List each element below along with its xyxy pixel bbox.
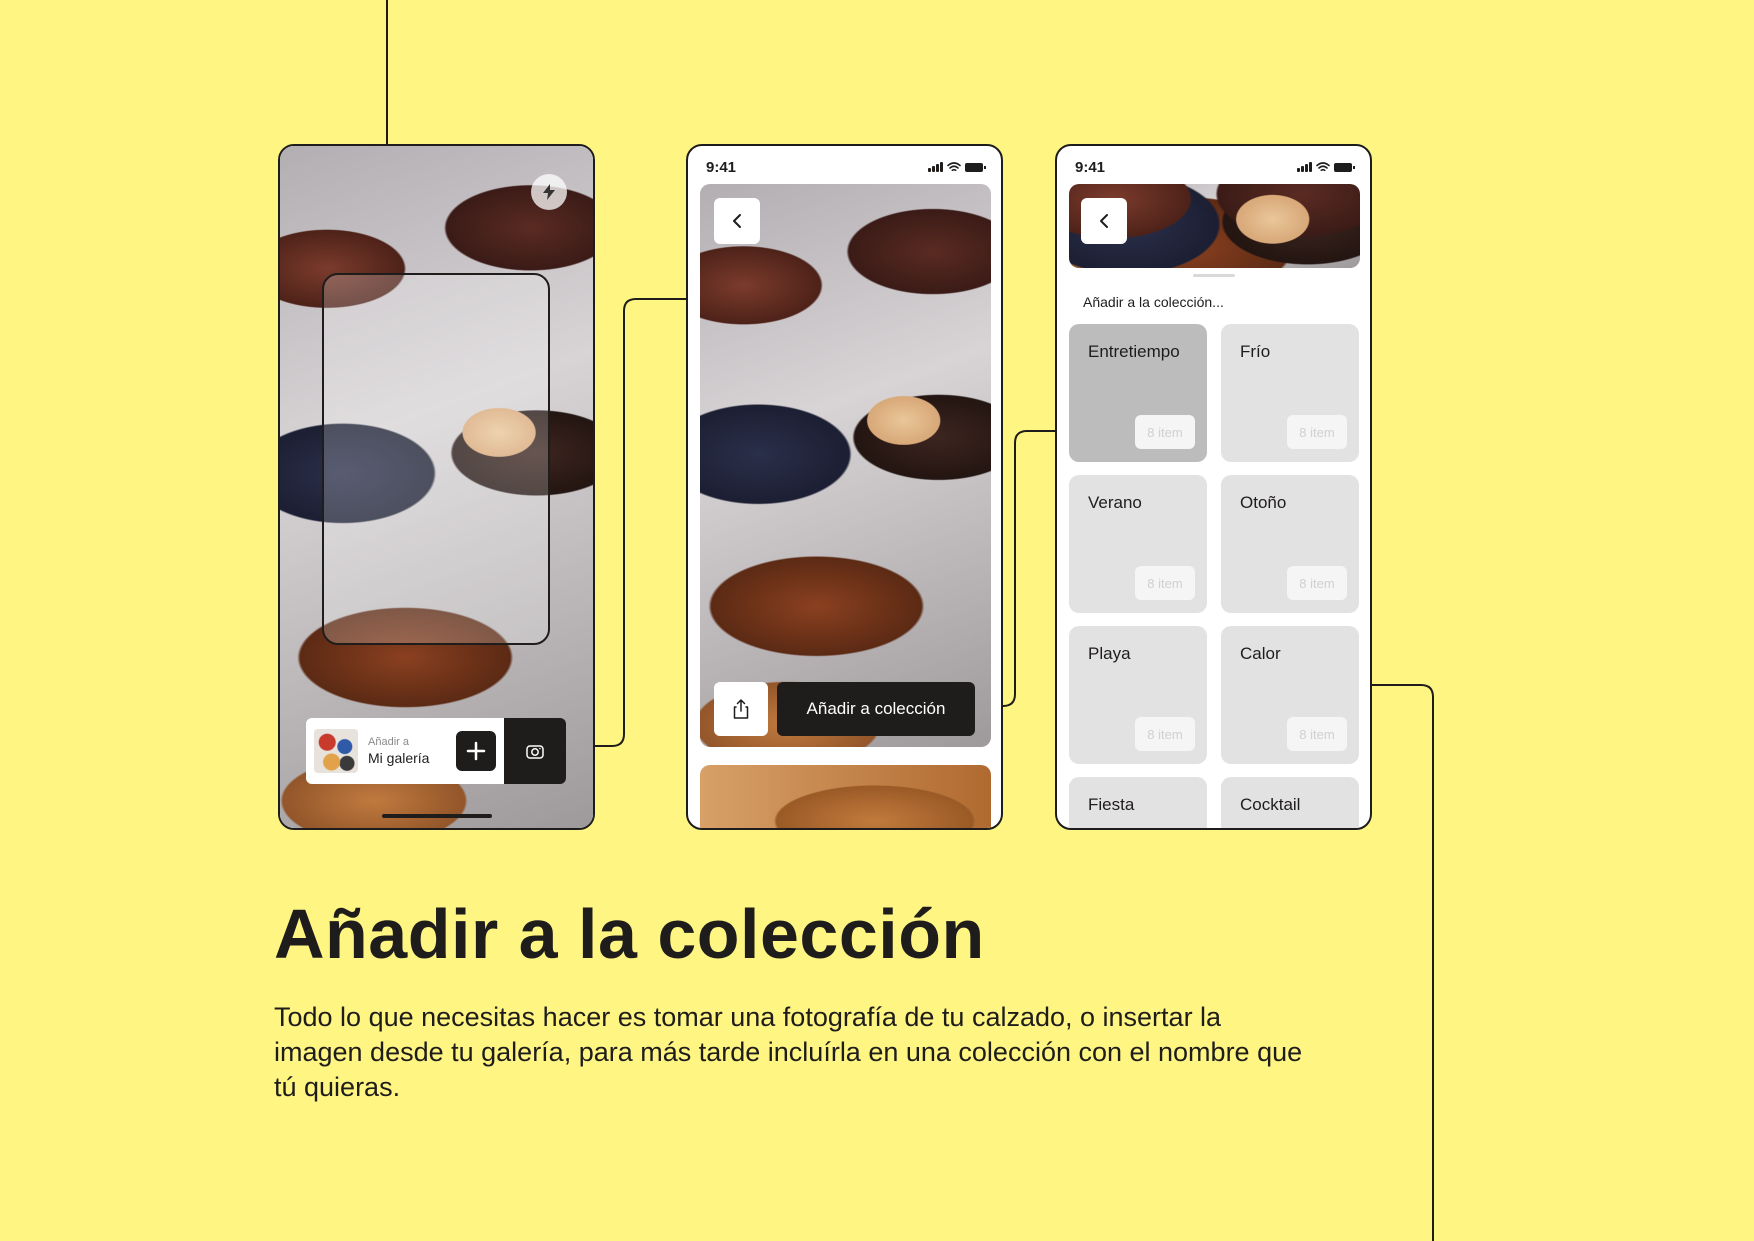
collection-count: 8 item: [1135, 415, 1195, 449]
collection-tile[interactable]: Otoño 8 item: [1221, 475, 1359, 613]
collections-screen: 9:41 Añadir a la colección... Entretiemp…: [1055, 144, 1372, 830]
collection-count: 8 item: [1135, 717, 1195, 751]
collection-tile[interactable]: Fiesta: [1069, 777, 1207, 828]
status-time: 9:41: [706, 158, 737, 176]
page-description: Todo lo que necesitas hacer es tomar una…: [274, 1002, 1303, 1102]
collection-count: 8 item: [1135, 566, 1195, 600]
page-title: Añadir a la colección: [274, 895, 985, 973]
add-to-gallery-button[interactable]: [456, 731, 496, 771]
battery-icon: [965, 162, 986, 172]
collection-name: Frío: [1240, 342, 1271, 361]
lightning-icon: [543, 184, 555, 200]
collection-grid: Entretiempo 8 item Frío 8 item Verano 8 …: [1069, 324, 1362, 828]
camera-screen: Añadir a Mi galería: [278, 144, 595, 830]
chevron-left-icon: [1100, 214, 1108, 228]
chevron-left-icon: [733, 214, 741, 228]
collection-count: 8 item: [1287, 717, 1347, 751]
collection-name: Entretiempo: [1088, 342, 1180, 361]
home-indicator: [381, 814, 492, 818]
collection-tile[interactable]: Frío 8 item: [1221, 324, 1359, 462]
collection-name: Cocktail: [1240, 795, 1301, 814]
collection-tile[interactable]: Cocktail: [1221, 777, 1359, 828]
signal-icon: [1297, 162, 1312, 172]
wifi-icon: [947, 162, 961, 172]
share-icon: [733, 699, 749, 719]
collection-tile[interactable]: Playa 8 item: [1069, 626, 1207, 764]
gallery-thumbnail: [314, 729, 358, 773]
gallery-subtitle: Añadir a: [368, 736, 409, 748]
plus-icon: [466, 741, 486, 761]
collection-name: Calor: [1240, 644, 1281, 663]
collection-tile[interactable]: Calor 8 item: [1221, 626, 1359, 764]
status-bar: 9:41: [688, 146, 1001, 182]
share-button[interactable]: [714, 682, 768, 736]
status-bar: 9:41: [1057, 146, 1370, 182]
status-time: 9:41: [1075, 158, 1106, 176]
back-button[interactable]: [1081, 198, 1127, 244]
collection-name: Playa: [1088, 644, 1131, 663]
battery-icon: [1334, 162, 1355, 172]
collection-name: Otoño: [1240, 493, 1287, 512]
collection-name: Verano: [1088, 493, 1142, 512]
sheet-title: Añadir a la colección...: [1083, 294, 1224, 310]
gallery-title: Mi galería: [368, 750, 430, 766]
collection-tile[interactable]: Verano 8 item: [1069, 475, 1207, 613]
flash-button[interactable]: [531, 174, 567, 210]
camera-button[interactable]: [504, 718, 566, 784]
signal-icon: [928, 162, 943, 172]
collection-count: 8 item: [1287, 415, 1347, 449]
gallery-card[interactable]: Añadir a Mi galería: [306, 718, 504, 784]
capture-frame: [322, 273, 550, 645]
add-to-collection-button[interactable]: Añadir a colección: [777, 682, 975, 736]
collection-tile[interactable]: Entretiempo 8 item: [1069, 324, 1207, 462]
camera-icon: [526, 745, 544, 759]
shoe-photo-next: [700, 765, 991, 828]
shoe-photo: [700, 184, 991, 747]
back-button[interactable]: [714, 198, 760, 244]
sheet-drag-handle[interactable]: [1192, 274, 1235, 277]
collection-name: Fiesta: [1088, 795, 1135, 814]
wifi-icon: [1316, 162, 1330, 172]
collection-count: 8 item: [1287, 566, 1347, 600]
preview-screen: 9:41 Añadir a colección: [686, 144, 1003, 830]
